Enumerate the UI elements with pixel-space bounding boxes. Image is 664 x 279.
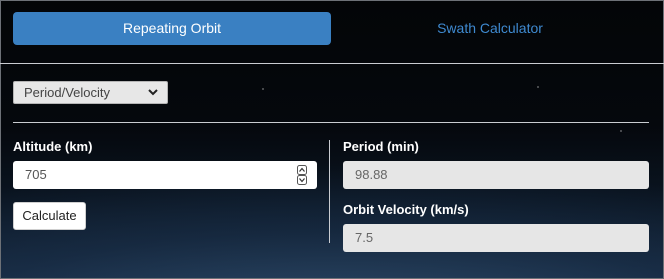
background-star	[262, 88, 264, 90]
period-value: 98.88	[355, 167, 388, 182]
stepper-icon[interactable]	[297, 165, 307, 185]
chevron-down-icon	[148, 89, 158, 96]
orbit-velocity-value: 7.5	[355, 230, 374, 245]
background-star	[537, 86, 539, 88]
period-output: 98.88	[343, 161, 649, 189]
column-divider	[329, 140, 330, 243]
period-label: Period (min)	[343, 139, 419, 154]
altitude-label: Altitude (km)	[13, 139, 93, 154]
background-star	[620, 130, 622, 132]
mode-select-value: Period/Velocity	[24, 85, 110, 100]
orbit-velocity-label: Orbit Velocity (km/s)	[343, 202, 469, 217]
altitude-input[interactable]: 705	[13, 161, 317, 189]
number-stepper[interactable]	[297, 165, 307, 185]
altitude-value: 705	[25, 167, 47, 182]
orbit-velocity-output: 7.5	[343, 224, 649, 252]
tab-repeating-orbit[interactable]: Repeating Orbit	[13, 12, 331, 45]
calculate-button[interactable]: Calculate	[13, 202, 86, 230]
mode-select[interactable]: Period/Velocity	[13, 81, 168, 104]
tab-swath-calculator[interactable]: Swath Calculator	[331, 12, 649, 45]
divider-middle	[13, 122, 649, 123]
divider-top	[0, 63, 664, 64]
